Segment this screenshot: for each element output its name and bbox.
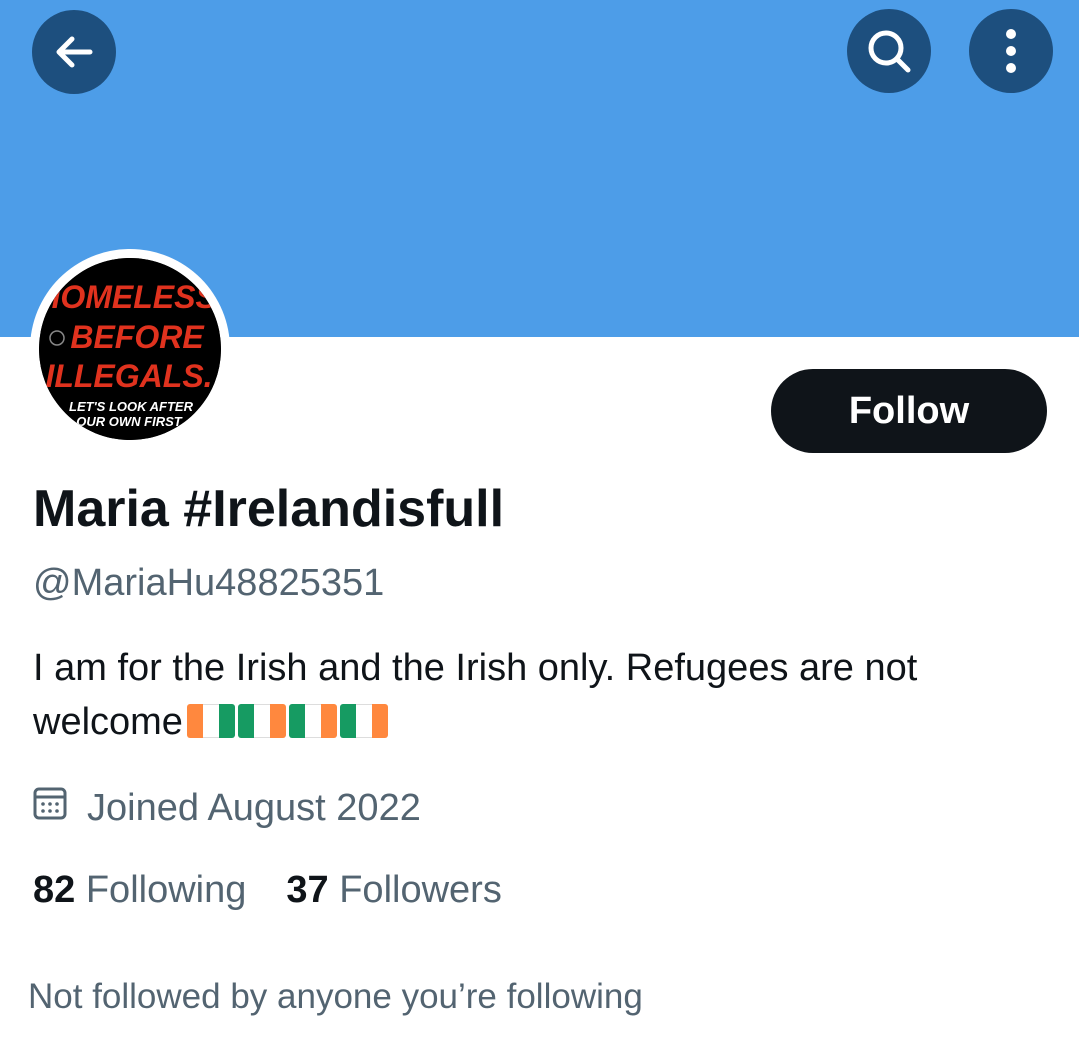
join-date-label: Joined August 2022	[87, 786, 421, 829]
ireland-flag-icon	[288, 704, 337, 738]
bio-text: I am for the Irish and the Irish only. R…	[33, 647, 918, 743]
back-button[interactable]	[32, 10, 116, 94]
following-link[interactable]: 82 Following	[33, 869, 246, 912]
following-count: 82	[33, 869, 76, 911]
display-name: Maria #Irelandisfull	[33, 480, 505, 538]
calendar-icon	[33, 785, 67, 831]
bio-flags	[186, 704, 388, 738]
follow-stats: 82 Following 37 Followers	[33, 869, 502, 912]
follow-button[interactable]: Follow	[771, 369, 1047, 453]
avatar-text-line1: HOMELESS	[39, 279, 217, 315]
arrow-left-icon	[52, 30, 96, 74]
search-icon	[864, 26, 914, 76]
avatar-text-line5: OUR OWN FIRST	[76, 414, 182, 429]
join-date: Joined August 2022	[33, 785, 421, 831]
avatar-text-line2: BEFORE	[70, 319, 205, 355]
following-label: Following	[85, 869, 247, 911]
followers-count: 37	[286, 869, 329, 911]
ireland-flag-icon	[186, 704, 235, 738]
more-options-button[interactable]	[969, 9, 1053, 93]
followers-link[interactable]: 37 Followers	[286, 869, 501, 912]
more-vertical-icon	[1004, 26, 1018, 76]
ireland-flag-icon	[339, 704, 388, 738]
avatar-text-line3: ILLEGALS.	[45, 358, 212, 394]
followers-label: Followers	[339, 869, 502, 911]
avatar[interactable]: HOMELESS BEFORE ILLEGALS. LET'S LOOK AFT…	[39, 258, 221, 440]
mutual-followers-note: Not followed by anyone you’re following	[28, 977, 643, 1016]
avatar-text-line4: LET'S LOOK AFTER	[69, 399, 194, 414]
ireland-flag-icon	[237, 704, 286, 738]
bio: I am for the Irish and the Irish only. R…	[33, 641, 1043, 749]
user-handle: @MariaHu48825351	[33, 562, 385, 604]
search-button[interactable]	[847, 9, 931, 93]
